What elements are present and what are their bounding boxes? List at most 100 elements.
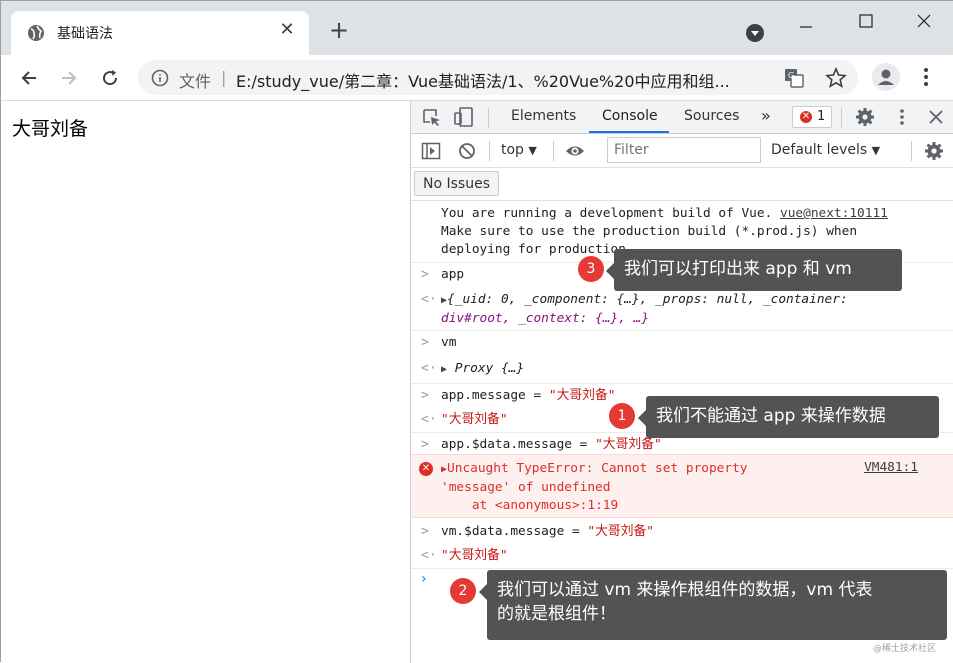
vue-notice-line1: You are running a development build of V… xyxy=(441,206,773,221)
console-prompt[interactable]: › xyxy=(421,571,427,587)
more-tabs-button[interactable]: » xyxy=(761,106,771,125)
row-divider xyxy=(411,568,953,569)
console-output[interactable]: <· ▶ Proxy {…} xyxy=(411,360,953,378)
inspect-element-icon[interactable] xyxy=(422,108,442,128)
profile-avatar-icon[interactable] xyxy=(872,63,900,91)
error-icon-glyph: ✕ xyxy=(801,111,811,122)
context-select[interactable]: top ▼ xyxy=(501,142,537,158)
input-app-data-message: app.$data.message = "大哥刘备" xyxy=(441,436,662,454)
console-output: <· "大哥刘备" xyxy=(411,547,953,565)
window-close-button[interactable] xyxy=(901,7,947,35)
back-button[interactable] xyxy=(14,63,44,93)
annotation-callout-3: 我们可以打印出来 app 和 vm xyxy=(606,249,902,291)
page-message-text: 大哥刘备 xyxy=(12,118,89,140)
issues-bar: No Issues xyxy=(411,168,953,201)
chevron-down-icon: ▼ xyxy=(528,144,537,157)
tab-elements[interactable]: Elements xyxy=(511,108,576,124)
browser-tab[interactable]: 基础语法 ✕ xyxy=(11,11,309,55)
chevron-right-icon: > xyxy=(421,335,429,350)
eye-icon[interactable] xyxy=(565,141,585,161)
globe-icon xyxy=(28,25,44,41)
kebab-menu-icon[interactable] xyxy=(916,65,936,89)
active-tab-indicator xyxy=(589,131,669,133)
info-icon[interactable] xyxy=(151,69,169,87)
reload-button[interactable] xyxy=(95,63,125,93)
minimize-button[interactable] xyxy=(783,7,829,35)
tab-console[interactable]: Console xyxy=(602,108,658,124)
result-arrow-icon: <· xyxy=(421,548,437,563)
maximize-button[interactable] xyxy=(843,7,889,35)
error-message: ▶Uncaught TypeError: Cannot set property… xyxy=(441,460,748,515)
console-error[interactable]: ✕ ▶Uncaught TypeError: Cannot set proper… xyxy=(411,454,953,518)
gear-icon[interactable] xyxy=(924,141,944,161)
arrow-left-icon xyxy=(21,71,36,85)
annotation-callout-2: 我们可以通过 vm 来操作根组件的数据，vm 代表 的就是根组件！ xyxy=(479,570,947,640)
arrow-right-icon xyxy=(62,71,77,85)
browser-toolbar: 文件 | E:/study_vue/第二章：Vue基础语法/1、%20Vue%2… xyxy=(1,55,953,101)
annotation-badge-1: 1 xyxy=(609,403,635,429)
row-divider xyxy=(411,330,953,331)
vue-notice-link[interactable]: vue@next:10111 xyxy=(780,206,888,221)
output-vm: ▶ Proxy {…} xyxy=(441,360,524,379)
annotation-callout-2-line1: 我们可以通过 vm 来操作根组件的数据，vm 代表 xyxy=(497,580,873,600)
error-count: 1 xyxy=(817,109,826,124)
tab-strip: 基础语法 ✕ + xyxy=(1,1,953,55)
expand-triangle-icon[interactable]: ▶ xyxy=(441,364,447,375)
reload-icon xyxy=(103,70,118,86)
translate-icon[interactable]: G xyxy=(784,68,804,88)
input-app-data-message-string: "大哥刘备" xyxy=(595,437,662,452)
url-text[interactable]: E:/study_vue/第二章：Vue基础语法/1、%20Vue%20中应用和… xyxy=(236,68,730,92)
output-app-line1: {_uid: 0, _component: {…}, _props: null,… xyxy=(447,292,848,307)
result-arrow-icon: <· xyxy=(421,292,437,307)
more-options-icon[interactable] xyxy=(892,107,912,127)
output-app: ▶{_uid: 0, _component: {…}, _props: null… xyxy=(441,291,848,328)
maximize-icon xyxy=(859,14,873,28)
annotation-callout-2-line2: 的就是根组件！ xyxy=(497,604,616,624)
new-tab-button[interactable]: + xyxy=(327,18,351,43)
forward-button[interactable] xyxy=(54,63,84,93)
console-input: > vm xyxy=(411,334,953,352)
console-input: > app.$data.message = "大哥刘备" xyxy=(411,436,953,454)
console-output[interactable]: <· ▶{_uid: 0, _component: {…}, _props: n… xyxy=(411,291,953,327)
watermark: @稀土技术社区 xyxy=(873,644,937,654)
context-value: top xyxy=(501,142,524,158)
star-icon[interactable] xyxy=(825,67,847,89)
input-app-message-string: "大哥刘备" xyxy=(548,388,616,403)
console-input: > vm.$data.message = "大哥刘备" xyxy=(411,523,953,541)
annotation-badge-2: 2 xyxy=(450,578,476,604)
filter-input[interactable] xyxy=(607,137,761,163)
clear-console-icon[interactable] xyxy=(457,141,477,161)
address-bar[interactable]: 文件 | E:/study_vue/第二章：Vue基础语法/1、%20Vue%2… xyxy=(138,60,858,95)
devtools-tabbar: Elements Console Sources » ✕ 1 xyxy=(411,101,953,134)
close-icon[interactable]: ✕ xyxy=(277,20,297,40)
input-app-message: app.message = "大哥刘备" xyxy=(441,387,615,405)
input-vm-data-message-string: "大哥刘备" xyxy=(587,524,654,539)
error-source-link[interactable]: VM481:1 xyxy=(864,460,918,475)
annotation-callout-1: 我们不能通过 app 来操作数据 xyxy=(638,396,939,438)
tab-sources[interactable]: Sources xyxy=(684,108,739,124)
console-toolbar: top ▼ Default levels ▼ xyxy=(411,134,953,168)
minimize-icon xyxy=(800,26,812,28)
toolbar-divider xyxy=(841,108,842,128)
vue-notice-line2: Make sure to use the production build (*… xyxy=(441,224,858,239)
error-count-badge[interactable]: ✕ 1 xyxy=(792,106,832,128)
issues-button[interactable]: No Issues xyxy=(414,171,499,196)
error-line1: Uncaught TypeError: Cannot set property xyxy=(447,461,748,476)
toolbar-divider xyxy=(488,108,489,128)
gear-icon[interactable] xyxy=(855,107,875,127)
input-app-data-message-code: app.$data.message = xyxy=(441,437,596,452)
tab-title: 基础语法 xyxy=(57,26,113,42)
page-content: 大哥刘备 xyxy=(1,101,410,663)
browser-window: 基础语法 ✕ + 文件 | E:/study_vue/第二章：Vue基础语法/1… xyxy=(0,0,953,663)
input-vm: vm xyxy=(441,335,457,350)
log-levels-select[interactable]: Default levels ▼ xyxy=(771,142,880,158)
vue-notice-line3: deploying for production. xyxy=(441,242,634,257)
chevron-right-icon: > xyxy=(421,524,429,539)
close-icon xyxy=(917,14,931,28)
toolbar-divider xyxy=(553,141,554,161)
chevron-right-icon: > xyxy=(421,388,429,403)
tab-search-icon[interactable] xyxy=(745,23,765,43)
sidebar-toggle-icon[interactable] xyxy=(421,141,441,161)
close-icon[interactable] xyxy=(926,107,946,127)
device-toolbar-icon[interactable] xyxy=(454,107,474,127)
